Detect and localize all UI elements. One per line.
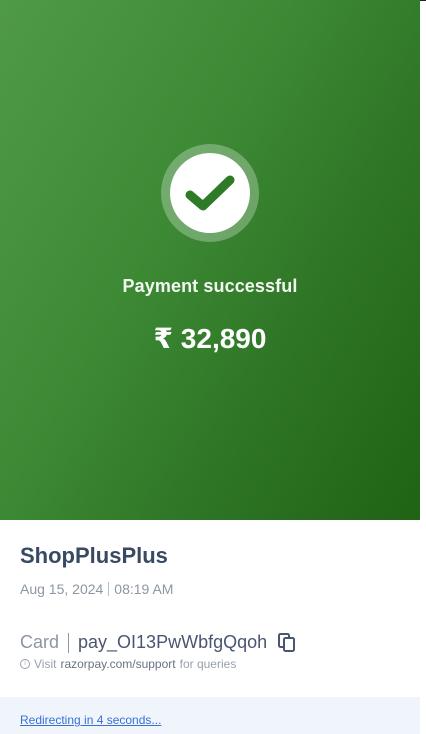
payment-time: 08:19 AM — [114, 581, 174, 597]
payment-method: Card — [20, 632, 60, 652]
support-link[interactable]: razorpay.com/support — [60, 657, 175, 671]
merchant-name: ShopPlusPlus — [20, 543, 168, 568]
success-hero: Payment successful ₹ 32,890 — [0, 0, 420, 520]
payment-separator — [68, 632, 70, 653]
payment-details-row: Card pay_OI13PwWbfgQqoh — [20, 632, 296, 653]
support-prefix: Visit — [34, 657, 57, 671]
check-icon — [185, 175, 235, 211]
success-badge — [161, 144, 259, 242]
redirect-link[interactable]: Redirecting in 4 seconds... — [20, 713, 161, 727]
datetime-separator — [108, 582, 110, 596]
payment-id: pay_OI13PwWbfgQqoh — [78, 632, 268, 652]
support-note: i Visit razorpay.com/support for queries — [20, 657, 236, 671]
payment-amount: ₹ 32,890 — [153, 323, 267, 354]
info-icon: i — [20, 659, 30, 669]
payment-receipt-panel: Payment successful ₹ 32,890 ShopPlusPlus… — [0, 0, 420, 734]
payment-datetime: Aug 15, 2024 08:19 AM — [20, 581, 173, 597]
payment-date: Aug 15, 2024 — [20, 581, 104, 597]
top-divider — [420, 0, 426, 1]
support-suffix: for queries — [179, 657, 237, 671]
payment-status-text: Payment successful — [122, 276, 298, 296]
success-circle — [170, 153, 250, 233]
redirect-bar: Redirecting in 4 seconds... — [0, 697, 420, 734]
copy-icon[interactable] — [278, 632, 296, 653]
